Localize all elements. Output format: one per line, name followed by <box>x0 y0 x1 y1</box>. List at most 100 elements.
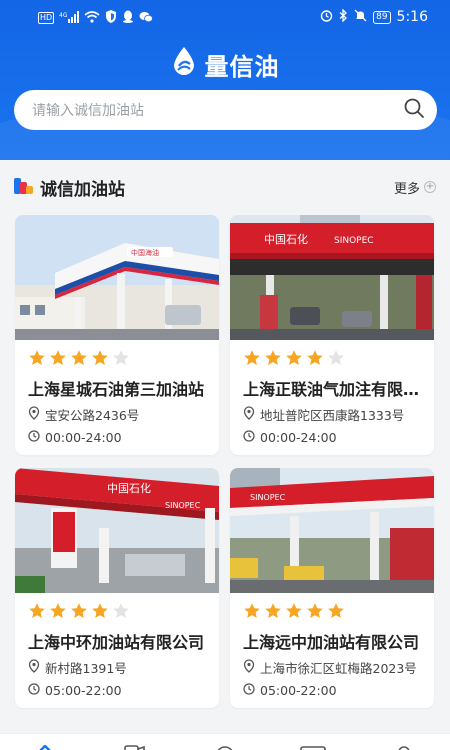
status-right: 89 5:16 <box>320 8 428 25</box>
bluetooth-icon <box>339 8 348 25</box>
address-text: 地址普陀区西康路1333号 <box>260 408 405 423</box>
star-empty-icon <box>113 350 129 365</box>
location-pin-icon <box>243 406 255 423</box>
location-pin-icon <box>243 659 255 676</box>
address-text: 宝安公路2436号 <box>45 408 140 423</box>
star-filled-icon <box>92 603 108 618</box>
star-filled-icon <box>50 350 66 365</box>
battery-indicator: 89 <box>373 10 391 24</box>
star-filled-icon <box>265 603 281 618</box>
bottom-tab-bar <box>0 733 450 750</box>
station-panel: 诚信加油站 更多 + 中国海油 上海星城石油第三加油站 宝安公路2436号 00… <box>0 160 450 720</box>
station-photo: 中国海油 <box>15 215 219 340</box>
svg-text:SINOPEC: SINOPEC <box>165 501 201 510</box>
star-filled-icon <box>307 350 323 365</box>
star-filled-icon <box>265 350 281 365</box>
search-input[interactable]: 请输入诚信加油站 <box>32 100 403 120</box>
star-empty-icon <box>113 603 129 618</box>
station-address: 新村路1391号 <box>28 658 210 677</box>
star-empty-icon <box>328 350 344 365</box>
address-text: 上海市徐汇区虹梅路2023号 <box>260 661 417 676</box>
home-icon[interactable] <box>36 742 54 750</box>
svg-text:中国石化: 中国石化 <box>264 232 308 246</box>
hours-text: 00:00-24:00 <box>45 430 122 445</box>
more-label[interactable]: 更多 <box>394 178 420 197</box>
star-filled-icon <box>286 350 302 365</box>
wifi-icon <box>84 10 100 26</box>
star-filled-icon <box>71 603 87 618</box>
station-hours: 00:00-24:00 <box>28 430 210 445</box>
status-left: HD 4G <box>38 10 154 26</box>
star-filled-icon <box>328 603 344 618</box>
star-filled-icon <box>286 603 302 618</box>
station-photo: 中国石化 SINOPEC <box>230 215 434 340</box>
star-filled-icon <box>307 603 323 618</box>
station-address: 地址普陀区西康路1333号 <box>243 405 425 424</box>
station-photo: SINOPEC <box>230 468 434 593</box>
app-header: HD 4G 89 5:16 量信油 请输入诚信加油站 <box>0 0 450 160</box>
location-pin-icon <box>28 659 40 676</box>
location-pin-icon <box>28 406 40 423</box>
section-badge-icon <box>14 176 34 198</box>
svg-text:4G: 4G <box>59 12 68 19</box>
rating-stars <box>243 602 345 620</box>
wechat-icon <box>139 11 154 26</box>
rating-stars <box>28 602 130 620</box>
section-header: 诚信加油站 更多 + <box>14 174 436 200</box>
hd-icon: HD <box>38 12 55 24</box>
shield-icon <box>105 10 117 26</box>
mute-icon <box>354 9 367 25</box>
signal-4g-icon: 4G <box>59 10 80 26</box>
station-hours: 05:00-22:00 <box>243 683 425 698</box>
station-address: 宝安公路2436号 <box>28 405 210 424</box>
search-bar[interactable]: 请输入诚信加油站 <box>14 90 437 130</box>
app-title: 量信油 <box>204 52 280 81</box>
star-filled-icon <box>71 350 87 365</box>
station-card[interactable]: 中国石化 SINOPEC 上海中环加油站有限公司 新村路1391号 05:00- <box>15 468 219 708</box>
address-text: 新村路1391号 <box>45 661 127 676</box>
oil-drop-logo-icon <box>171 46 197 82</box>
clock-icon <box>28 430 40 445</box>
star-filled-icon <box>29 350 45 365</box>
more-button[interactable]: 更多 + <box>394 178 436 197</box>
search-icon[interactable] <box>403 97 425 123</box>
app-brand: 量信油 <box>0 46 450 82</box>
message-icon[interactable] <box>300 742 326 750</box>
station-icon[interactable] <box>124 742 146 750</box>
rating-stars <box>28 349 130 367</box>
svg-text:SINOPEC: SINOPEC <box>250 493 286 502</box>
station-card[interactable]: 中国石化 SINOPEC 上海正联油气加注有限公司 地址普陀区西康路1333号 <box>230 215 434 455</box>
section-title: 诚信加油站 <box>40 179 125 200</box>
star-filled-icon <box>50 603 66 618</box>
hours-text: 00:00-24:00 <box>260 430 337 445</box>
svg-text:中国石化: 中国石化 <box>107 481 151 495</box>
rating-stars <box>243 349 345 367</box>
station-name: 上海中环加油站有限公司 <box>28 633 205 652</box>
main-content: 诚信加油站 更多 + 中国海油 上海星城石油第三加油站 宝安公路2436号 00… <box>0 160 450 720</box>
station-name: 上海星城石油第三加油站 <box>28 380 205 399</box>
alarm-icon <box>320 9 333 25</box>
station-address: 上海市徐汇区虹梅路2023号 <box>243 658 425 677</box>
star-filled-icon <box>244 603 260 618</box>
station-card[interactable]: SINOPEC 上海远中加油站有限公司 上海市徐汇区虹梅路2023号 05:00… <box>230 468 434 708</box>
clock-icon <box>28 683 40 698</box>
star-filled-icon <box>29 603 45 618</box>
status-bar: HD 4G 89 5:16 <box>0 0 450 34</box>
plus-icon[interactable]: + <box>424 181 436 193</box>
station-card[interactable]: 中国海油 上海星城石油第三加油站 宝安公路2436号 00:00-24:00 <box>15 215 219 455</box>
station-hours: 05:00-22:00 <box>28 683 210 698</box>
station-photo: 中国石化 SINOPEC <box>15 468 219 593</box>
station-name: 上海远中加油站有限公司 <box>243 633 420 652</box>
qq-icon <box>122 10 134 26</box>
station-name: 上海正联油气加注有限公司 <box>243 380 425 399</box>
status-time: 5:16 <box>396 9 428 25</box>
clock-icon <box>243 683 255 698</box>
star-filled-icon <box>92 350 108 365</box>
discover-icon[interactable] <box>215 742 235 750</box>
svg-text:中国海油: 中国海油 <box>131 248 159 257</box>
station-hours: 00:00-24:00 <box>243 430 425 445</box>
hours-text: 05:00-22:00 <box>260 683 337 698</box>
hours-text: 05:00-22:00 <box>45 683 122 698</box>
clock-icon <box>243 430 255 445</box>
profile-icon[interactable] <box>394 742 414 750</box>
